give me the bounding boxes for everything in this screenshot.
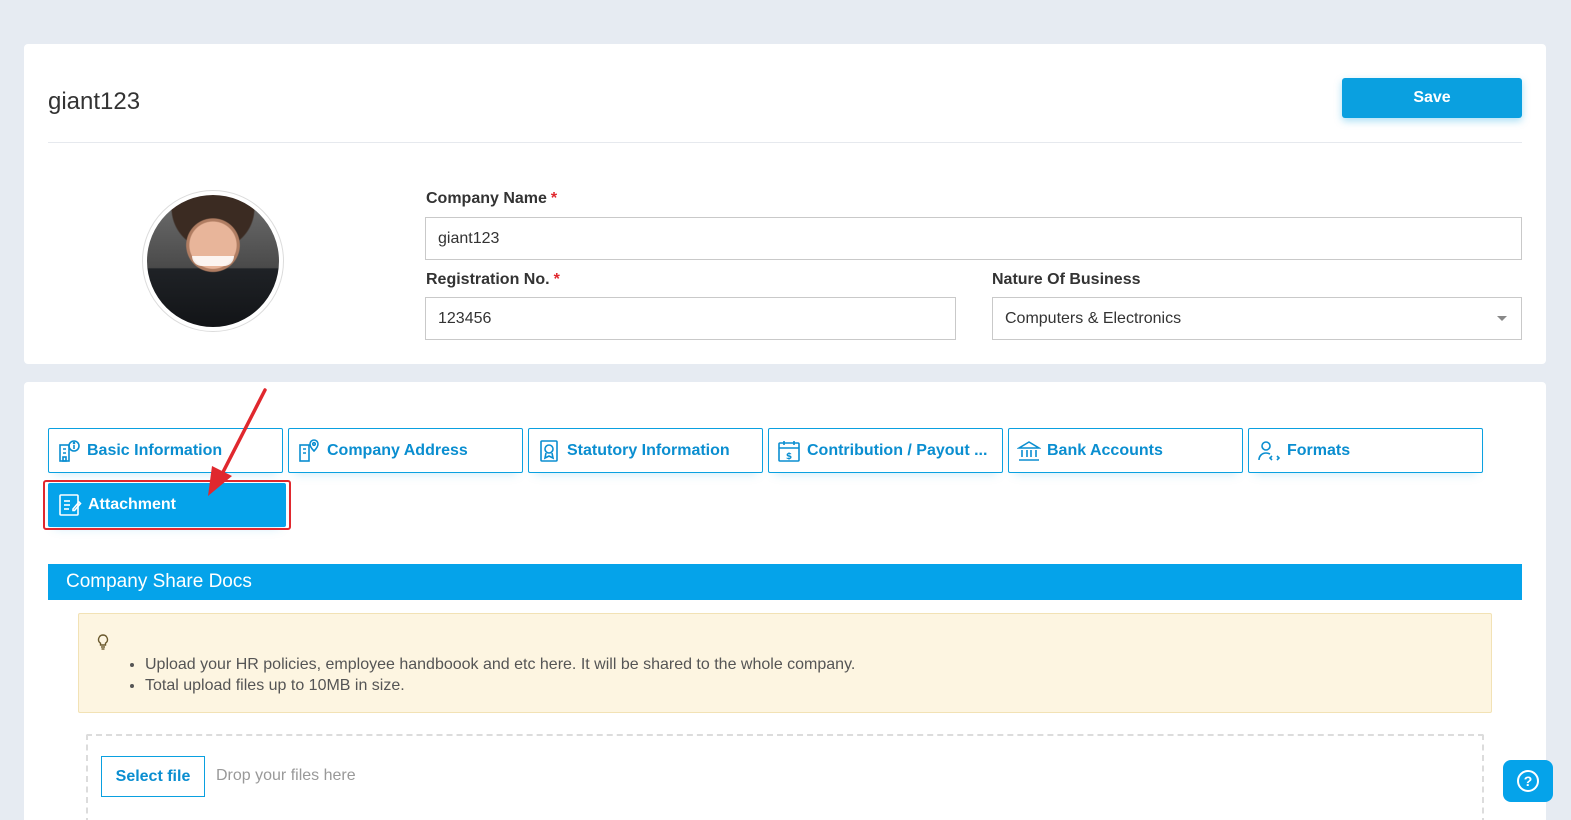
building-info-icon (57, 439, 81, 463)
dropdown-arrow-icon (1497, 316, 1507, 321)
tab-basic-information[interactable]: Basic Information (48, 428, 283, 473)
info-list: Upload your HR policies, employee handbo… (145, 654, 855, 696)
svg-text:$: $ (786, 452, 792, 462)
user-code-icon (1257, 439, 1281, 463)
info-item: Total upload files up to 10MB in size. (145, 675, 855, 696)
tab-contribution-payout[interactable]: $ Contribution / Payout ... (768, 428, 1003, 473)
tab-label: Statutory Information (567, 441, 730, 459)
calendar-dollar-icon: $ (777, 439, 801, 463)
help-button[interactable]: ? (1503, 760, 1553, 802)
certificate-icon (537, 439, 561, 463)
company-header-card: giant123 Save Company Name * giant123 Reg… (24, 44, 1546, 364)
tab-label: Contribution / Payout ... (807, 441, 988, 459)
info-item: Upload your HR policies, employee handbo… (145, 654, 855, 675)
tab-statutory-information[interactable]: Statutory Information (528, 428, 763, 473)
tab-bank-accounts[interactable]: Bank Accounts (1008, 428, 1243, 473)
registration-input[interactable]: 123456 (425, 297, 956, 340)
page-title: giant123 (48, 88, 141, 115)
company-settings-card: Basic Information Company Address Statut… (24, 382, 1546, 820)
divider (48, 142, 1522, 143)
tab-label: Basic Information (87, 441, 223, 459)
section-title-bar: Company Share Docs (48, 564, 1522, 600)
tab-label: Company Address (327, 441, 468, 459)
tab-label: Bank Accounts (1047, 441, 1163, 459)
company-name-input[interactable]: giant123 (425, 217, 1522, 260)
nature-of-business-value: Computers & Electronics (1005, 309, 1182, 327)
tab-label: Formats (1287, 441, 1351, 459)
required-asterisk: * (553, 271, 560, 288)
tab-formats[interactable]: Formats (1248, 428, 1483, 473)
registration-label: Registration No. * (426, 271, 560, 288)
help-icon: ? (1517, 770, 1539, 792)
tab-company-address[interactable]: Company Address (288, 428, 523, 473)
file-drop-zone[interactable]: Select file Drop your files here (86, 734, 1484, 820)
save-button[interactable]: Save (1342, 78, 1522, 118)
select-file-button[interactable]: Select file (101, 756, 205, 797)
required-asterisk: * (550, 190, 558, 207)
nature-of-business-label: Nature Of Business (992, 271, 1141, 288)
avatar-image (147, 195, 279, 327)
drop-files-text: Drop your files here (216, 767, 356, 784)
highlight-annotation-box (43, 480, 291, 530)
nature-of-business-select[interactable]: Computers & Electronics (992, 297, 1522, 340)
info-notice: Upload your HR policies, employee handbo… (78, 613, 1492, 713)
bank-icon (1017, 439, 1041, 463)
lightbulb-icon (97, 634, 109, 653)
building-pin-icon (297, 438, 321, 463)
company-name-label: Company Name * (426, 190, 558, 207)
company-logo-avatar[interactable] (142, 190, 284, 332)
section-title: Company Share Docs (66, 571, 252, 592)
